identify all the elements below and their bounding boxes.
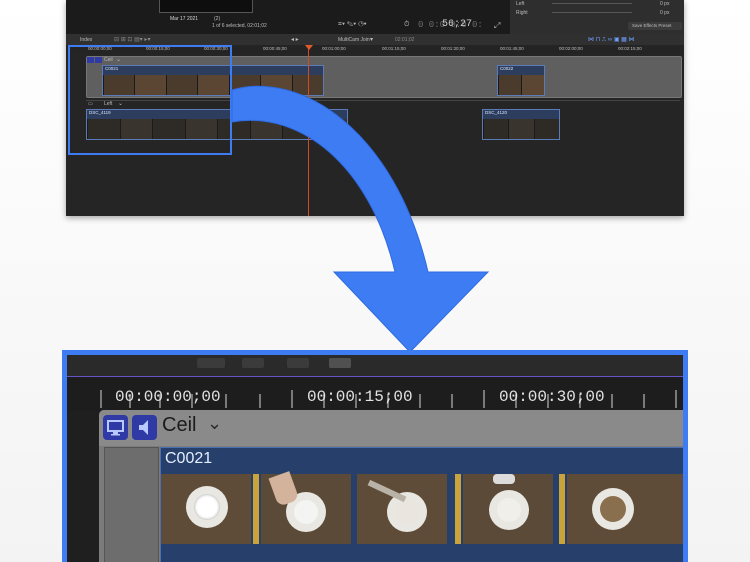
ruler-mark: 00:00:45;00 bbox=[263, 46, 287, 51]
ruler-mark: 00:01:45;00 bbox=[500, 46, 524, 51]
thumbnail-frame bbox=[357, 474, 447, 544]
timeline-view-icons[interactable]: ⋈ ⊓ ⎍ ∞ ▣ ▦ ⋈ bbox=[588, 36, 635, 44]
timeline-menu-chevron-icon[interactable]: ▾ bbox=[370, 36, 373, 43]
clip-c0021[interactable]: C0021 bbox=[160, 447, 683, 562]
ruler-mark: 00:01:30;00 bbox=[441, 46, 465, 51]
right-slider[interactable] bbox=[552, 12, 632, 13]
left-slider[interactable] bbox=[552, 3, 632, 4]
clip-label: C0021 bbox=[165, 450, 213, 467]
zoom-toolbar bbox=[67, 355, 683, 377]
timeline-title: MultiCam Join bbox=[338, 37, 370, 43]
transform-tool-icon[interactable]: ⌗▾ ✎▾ ◷▾ bbox=[338, 21, 367, 29]
playhead[interactable] bbox=[308, 46, 309, 216]
edit-tools-icons[interactable]: ⊟ ⊞ ⊡ ▤▾ ▸▾ bbox=[114, 36, 150, 43]
index-button[interactable]: Index bbox=[80, 37, 92, 43]
ruler-mark: 00:02:15;00 bbox=[618, 46, 642, 51]
selection-info: 1 of 6 selected, 02:01;02 bbox=[212, 23, 267, 29]
ruler-mark: 00:00:30;00 bbox=[499, 388, 605, 406]
clip-dsc-4120[interactable]: DSC_4120 bbox=[482, 109, 560, 140]
play-icon[interactable]: ⏱ bbox=[404, 21, 409, 29]
viewer-date: Mar 17 2021 bbox=[170, 16, 199, 22]
thumbnail-frame bbox=[463, 474, 553, 544]
playhead-handle[interactable] bbox=[305, 45, 313, 50]
clip-c0022[interactable]: C0022 bbox=[497, 65, 545, 96]
filmstrip bbox=[483, 119, 559, 139]
save-effects-preset-label: Save Effects Preset bbox=[632, 23, 672, 28]
clip-label: DSC_4120 bbox=[485, 110, 508, 115]
inspector-row-left-label: Left bbox=[516, 1, 525, 7]
timeline-duration: 02:01;02 bbox=[395, 37, 415, 43]
ruler-mark: 00:01:00;00 bbox=[322, 46, 346, 51]
video-monitor-icon[interactable] bbox=[103, 415, 128, 440]
filmstrip bbox=[498, 75, 544, 95]
ruler-mark: 00:02:00;00 bbox=[559, 46, 583, 51]
zoom-ruler[interactable]: 00:00:00;00 00:00:15;00 00:00:30;00 bbox=[67, 377, 683, 411]
inspector-panel: Left 0 px Right 0 px Save Effects Preset bbox=[510, 0, 684, 34]
save-effects-preset-button[interactable]: Save Effects Preset bbox=[628, 22, 682, 30]
ruler-mark: 00:01:15;00 bbox=[382, 46, 406, 51]
thumbnail-frame bbox=[261, 471, 351, 544]
inspector-row-left-value[interactable]: 0 px bbox=[660, 1, 669, 7]
ruler-mark: 00:00:00;00 bbox=[115, 388, 221, 406]
clip-label: C0022 bbox=[500, 66, 514, 71]
angle-menu-chevron-icon[interactable]: ⌄ bbox=[207, 413, 222, 434]
timecode-display: 56;27 bbox=[442, 19, 473, 30]
gap-clip[interactable] bbox=[104, 447, 159, 562]
inspector-row-right-label: Right bbox=[516, 10, 528, 16]
selection-highlight bbox=[68, 45, 232, 155]
inspector-row-right-value[interactable]: 0 px bbox=[660, 10, 669, 16]
thumbnail-frame bbox=[161, 474, 251, 544]
angle-name: Ceil bbox=[162, 414, 197, 436]
ruler-mark: 00:00:15;00 bbox=[307, 388, 413, 406]
viewer-date-suffix: (2) bbox=[214, 16, 221, 22]
back-forward-icon[interactable]: ◂ ▸ bbox=[291, 36, 299, 43]
zoom-panel: 00:00:00;00 00:00:15;00 00:00:30;00 Ceil… bbox=[62, 350, 688, 562]
viewer-image bbox=[159, 0, 253, 13]
fullscreen-icon[interactable]: ⤢ bbox=[494, 21, 500, 31]
thumbnail-frame bbox=[567, 474, 683, 544]
audio-speaker-icon[interactable] bbox=[132, 415, 157, 440]
